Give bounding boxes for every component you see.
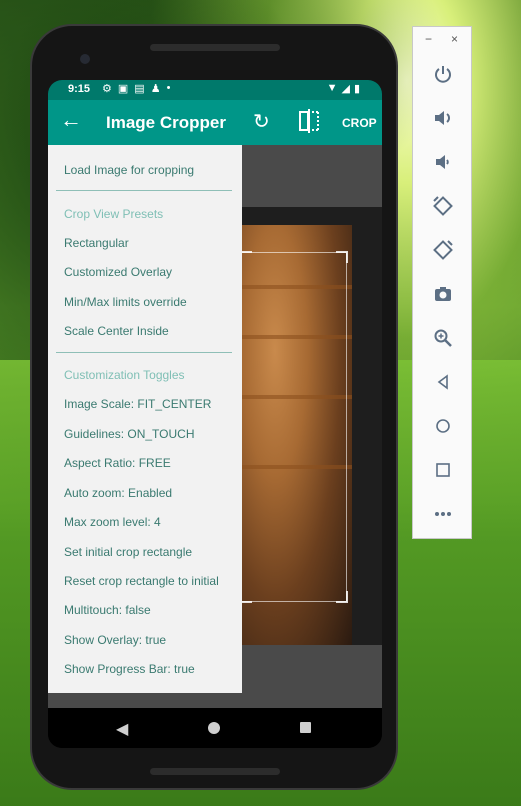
drawer-item-customized-overlay[interactable]: Customized Overlay xyxy=(64,265,172,279)
drawer-item-auto-zoom[interactable]: Auto zoom: Enabled xyxy=(64,486,172,500)
status-time: 9:15 xyxy=(68,83,91,95)
drawer-header-presets: Crop View Presets xyxy=(64,207,164,221)
navigation-drawer: Load Image for cropping Crop View Preset… xyxy=(48,145,242,693)
drawer-item-multitouch[interactable]: Multitouch: false xyxy=(64,603,151,617)
status-system-icons: ▼ ◢ ▮ xyxy=(327,82,360,95)
drawer-item-aspect-ratio[interactable]: Aspect Ratio: FREE xyxy=(64,456,171,470)
drawer-item-show-progress[interactable]: Show Progress Bar: true xyxy=(64,662,195,676)
volume-up-icon[interactable] xyxy=(428,106,458,130)
top-speaker xyxy=(150,44,280,51)
flip-icon[interactable] xyxy=(298,109,320,133)
overview-icon[interactable] xyxy=(428,458,458,482)
drawer-item-scale-center[interactable]: Scale Center Inside xyxy=(64,324,169,338)
drawer-item-show-overlay[interactable]: Show Overlay: true xyxy=(64,633,166,647)
front-camera xyxy=(80,54,90,64)
person-icon: ♟ xyxy=(150,83,161,95)
drawer-item-guidelines[interactable]: Guidelines: ON_TOUCH xyxy=(64,427,195,441)
crop-corner-handle[interactable] xyxy=(336,591,348,603)
battery-icon: ▮ xyxy=(353,83,360,95)
home-icon[interactable] xyxy=(208,722,220,734)
drawer-divider xyxy=(56,352,232,353)
app-title: Image Cropper xyxy=(106,113,226,132)
camera-icon[interactable] xyxy=(428,282,458,306)
wifi-icon: ▼ xyxy=(326,82,338,94)
drawer-item-load-image[interactable]: Load Image for cropping xyxy=(64,163,194,177)
volume-down-icon[interactable] xyxy=(428,150,458,174)
minimize-button[interactable]: − xyxy=(425,32,432,46)
drawer-header-toggles: Customization Toggles xyxy=(64,368,185,382)
rotate-icon[interactable]: ↻ xyxy=(253,109,270,134)
status-notification-icons: ⚙ ▣ ▤ ♟ • xyxy=(102,82,170,95)
image-icon: ▤ xyxy=(134,83,145,95)
rotate-right-icon[interactable] xyxy=(428,238,458,262)
back-icon[interactable]: ◀ xyxy=(116,719,128,739)
drawer-item-rectangular[interactable]: Rectangular xyxy=(64,236,129,250)
close-button[interactable]: × xyxy=(451,32,458,46)
dot-icon: • xyxy=(166,82,171,94)
navigation-bar: ◀ xyxy=(48,708,382,748)
drawer-item-set-initial-crop[interactable]: Set initial crop rectangle xyxy=(64,545,192,559)
app-bar: ← Image Cropper ↻ CROP xyxy=(48,100,382,145)
drawer-divider xyxy=(56,190,232,191)
zoom-icon[interactable] xyxy=(428,326,458,350)
back-icon[interactable] xyxy=(428,370,458,394)
drawer-item-min-max[interactable]: Min/Max limits override xyxy=(64,295,187,309)
recent-apps-icon[interactable] xyxy=(300,722,311,733)
phone-screen: 9:15 ⚙ ▣ ▤ ♟ • ▼ ◢ ▮ ← Image Cropper ↻ C… xyxy=(48,80,382,748)
power-icon[interactable] xyxy=(428,62,458,86)
shield-icon: ▣ xyxy=(117,83,129,95)
signal-icon: ◢ xyxy=(341,83,350,95)
back-arrow-icon[interactable]: ← xyxy=(60,109,82,131)
more-icon[interactable] xyxy=(428,502,458,526)
home-icon[interactable] xyxy=(428,414,458,438)
drawer-item-reset-crop[interactable]: Reset crop rectangle to initial xyxy=(64,574,219,588)
status-bar: 9:15 ⚙ ▣ ▤ ♟ • ▼ ◢ ▮ xyxy=(48,80,382,100)
drawer-item-max-zoom[interactable]: Max zoom level: 4 xyxy=(64,515,161,529)
gear-icon: ⚙ xyxy=(102,83,112,95)
crop-rectangle[interactable] xyxy=(240,251,348,603)
drawer-item-image-scale[interactable]: Image Scale: FIT_CENTER xyxy=(64,397,211,411)
rotate-left-icon[interactable] xyxy=(428,194,458,218)
crop-button[interactable]: CROP xyxy=(342,116,377,130)
bottom-speaker xyxy=(150,768,280,775)
emulator-toolbar: − × xyxy=(412,26,472,539)
crop-corner-handle[interactable] xyxy=(336,251,348,263)
